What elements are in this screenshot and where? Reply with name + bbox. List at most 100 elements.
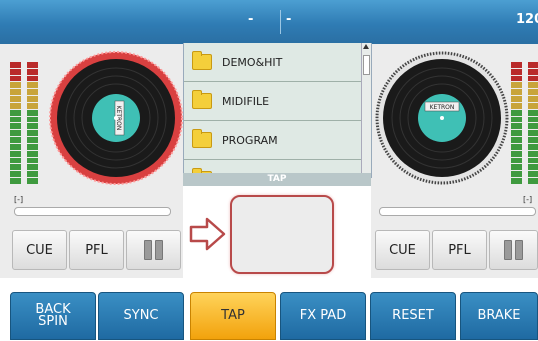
right-label-text: KETRON [430,104,455,111]
meter-segment [27,150,38,157]
meter-segment [511,137,522,143]
meter-segment [511,82,522,89]
left-cue-label: CUE [26,242,53,258]
left-pfl-label: PFL [85,242,108,258]
meter-segment [10,102,21,109]
folder-icon [192,129,212,148]
meter-segment [10,89,21,96]
folder-icon [192,51,212,70]
meter-segment [511,164,522,171]
meter-segment [511,75,522,82]
meter-segment [27,102,38,109]
right-progress-bar[interactable] [379,207,536,216]
browser-item-label: DEMO&HIT [222,55,283,69]
meter-segment [511,68,522,75]
meter-segment [27,123,38,130]
left-level-meter-1 [10,62,21,184]
brake-button[interactable]: BRAKE [460,292,538,340]
left-pause-button[interactable] [126,230,181,270]
meter-segment [528,96,538,102]
meter-segment [511,130,522,137]
meter-segment [528,137,538,143]
top-status-bar: - - 120 [0,0,538,44]
scroll-up-icon[interactable] [363,44,369,49]
meter-segment [27,62,38,68]
arrow-right-icon [189,217,226,251]
meter-segment [10,109,21,116]
meter-segment [10,150,21,157]
meter-segment [27,116,38,123]
meter-segment [27,130,38,137]
tap-label: TAP [221,308,245,323]
meter-segment [10,130,21,137]
meter-segment [511,178,522,184]
file-browser[interactable]: DEMO&HIT MIDIFILE PROGRAM [183,43,372,178]
right-spindle [440,116,444,120]
left-pfl-button[interactable]: PFL [69,230,124,270]
meter-segment [528,102,538,109]
meter-segment [27,171,38,178]
left-spindle [114,116,118,120]
meter-segment [10,123,21,130]
meter-segment [511,62,522,68]
meter-segment [10,143,21,150]
meter-segment [27,178,38,184]
meter-segment [27,68,38,75]
tap-pad[interactable] [230,195,334,274]
meter-segment [511,102,522,109]
meter-segment [10,171,21,178]
backspin-button[interactable]: BACK SPIN [10,292,96,340]
left-bracket-label: [-] [14,195,24,204]
meter-segment [528,164,538,171]
meter-segment [27,109,38,116]
meter-segment [10,75,21,82]
meter-segment [528,89,538,96]
meter-segment [528,171,538,178]
meter-segment [511,89,522,96]
top-divider [280,10,281,34]
meter-segment [27,157,38,164]
sync-button[interactable]: SYNC [98,292,184,340]
meter-segment [528,68,538,75]
browser-item-demohit[interactable]: DEMO&HIT [184,43,371,82]
meter-segment [27,96,38,102]
reset-label: RESET [392,308,434,323]
left-progress-bar[interactable] [14,207,171,216]
meter-segment [27,82,38,89]
left-cue-button[interactable]: CUE [12,230,67,270]
meter-segment [511,123,522,130]
right-pfl-button[interactable]: PFL [432,230,487,270]
right-cue-button[interactable]: CUE [375,230,430,270]
right-cue-label: CUE [389,242,416,258]
right-turntable[interactable]: KETRON [374,50,510,186]
meter-segment [528,109,538,116]
tap-button[interactable]: TAP [190,292,276,340]
meter-segment [528,178,538,184]
right-pause-button[interactable] [489,230,538,270]
meter-segment [528,75,538,82]
left-turntable[interactable]: KETRON [48,50,184,186]
sync-label: SYNC [123,308,159,323]
meter-segment [528,143,538,150]
meter-segment [10,82,21,89]
meter-segment [528,150,538,157]
browser-item-label: MIDIFILE [222,94,270,108]
meter-segment [27,143,38,150]
pause-icon [504,240,523,260]
scrollbar-thumb[interactable] [363,55,370,75]
browser-scrollbar[interactable] [361,43,371,178]
browser-item-program[interactable]: PROGRAM [184,121,371,160]
meter-segment [10,157,21,164]
meter-segment [528,62,538,68]
tap-panel-title: TAP [183,173,371,186]
right-level-meter-1 [511,62,522,184]
reset-button[interactable]: RESET [370,292,456,340]
fx-pad-button[interactable]: FX PAD [280,292,366,340]
meter-segment [10,164,21,171]
left-level-meter-2 [27,62,38,184]
browser-item-midifile[interactable]: MIDIFILE [184,82,371,121]
meter-segment [511,171,522,178]
top-left-dash: - [248,12,254,27]
brake-label: BRAKE [477,308,521,323]
meter-segment [27,75,38,82]
